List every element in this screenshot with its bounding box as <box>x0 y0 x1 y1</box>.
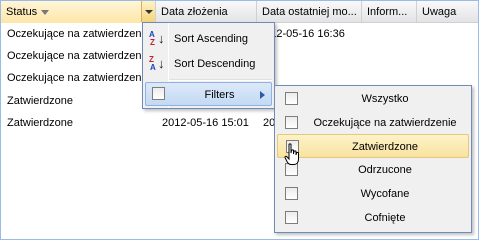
filter-option-all[interactable]: Wszystko <box>277 87 469 111</box>
arrow-down-icon: ↓ <box>158 56 165 71</box>
column-header-label: Uwaga <box>422 6 457 18</box>
filters-item[interactable]: Filters <box>145 82 272 106</box>
filter-option-label: Wszystko <box>361 93 409 105</box>
column-menu-trigger[interactable] <box>141 1 155 22</box>
menu-item-label: Sort Descending <box>174 58 256 70</box>
column-header-label: Status <box>6 6 38 18</box>
sort-ascending-item[interactable]: A Z ↓ Sort Ascending <box>145 27 272 51</box>
sort-arrow-icon <box>41 9 50 15</box>
sort-icon-letter: A <box>150 63 156 72</box>
submenu-arrow-icon <box>260 91 265 99</box>
column-header-label: Data złożenia <box>161 6 228 18</box>
column-header-label: Inform... <box>367 6 408 18</box>
sort-descending-item[interactable]: Z A ↓ Sort Descending <box>145 52 272 76</box>
column-header-status[interactable]: Status <box>1 1 156 23</box>
status-grid: Status Data złożenia Data ostatniej mo..… <box>0 0 479 240</box>
column-header-label: Data ostatniej mo... <box>262 6 357 18</box>
filter-option-label: Cofnięte <box>364 212 406 224</box>
column-menu: A Z ↓ Sort Ascending Z A ↓ Sort Descendi… <box>142 22 275 109</box>
date-submitted-cell: 2012-05-16 15:01 <box>162 117 249 129</box>
column-header-date-submitted[interactable]: Data złożenia <box>156 1 257 23</box>
filter-option-label: Odrzucone <box>358 164 412 176</box>
filter-option-approved[interactable]: Zatwierdzone <box>277 134 469 158</box>
grid-header: Status Data złożenia Data ostatniej mo..… <box>1 1 478 23</box>
filter-option-rejected[interactable]: Odrzucone <box>277 158 469 182</box>
status-cell: Oczekujące na zatwierdzenie <box>7 72 151 84</box>
arrow-down-icon: ↓ <box>158 31 165 46</box>
hand-cursor-icon <box>284 143 299 165</box>
menu-item-label: Sort Ascending <box>174 33 248 45</box>
sort-icon-letter: Z <box>150 38 155 47</box>
filter-option-reverted[interactable]: Cofnięte <box>277 206 469 230</box>
menu-separator <box>169 79 272 81</box>
filter-option-pending[interactable]: Oczekujące na zatwierdzenie <box>277 111 469 135</box>
filter-option-label: Oczekujące na zatwierdzenie <box>313 117 457 129</box>
filter-option-label: Zatwierdzone <box>351 141 419 153</box>
filter-option-label: Wycofane <box>360 188 410 200</box>
menu-item-label: Filters <box>204 89 235 101</box>
filter-checkbox[interactable] <box>285 92 298 105</box>
chevron-down-icon <box>145 10 153 14</box>
status-cell: Oczekujące na zatwierdzenie <box>7 50 151 62</box>
sort-ascending-icon: A Z ↓ <box>149 31 165 47</box>
filter-checkbox[interactable] <box>285 116 298 129</box>
column-header-date-modified[interactable]: Data ostatniej mo... <box>257 1 362 23</box>
filter-option-withdrawn[interactable]: Wycofane <box>277 182 469 206</box>
filter-submenu: Wszystko Oczekujące na zatwierdzenie Zat… <box>274 85 472 233</box>
sort-descending-icon: Z A ↓ <box>149 56 165 72</box>
filter-checkbox[interactable] <box>285 187 298 200</box>
column-header-information[interactable]: Inform... <box>362 1 417 23</box>
status-cell: Zatwierdzone <box>7 95 74 107</box>
filter-checkbox[interactable] <box>285 211 298 224</box>
column-header-remarks[interactable]: Uwaga <box>417 1 478 23</box>
status-cell: Zatwierdzone <box>7 117 74 129</box>
status-cell: Oczekujące na zatwierdzenie <box>7 28 151 40</box>
